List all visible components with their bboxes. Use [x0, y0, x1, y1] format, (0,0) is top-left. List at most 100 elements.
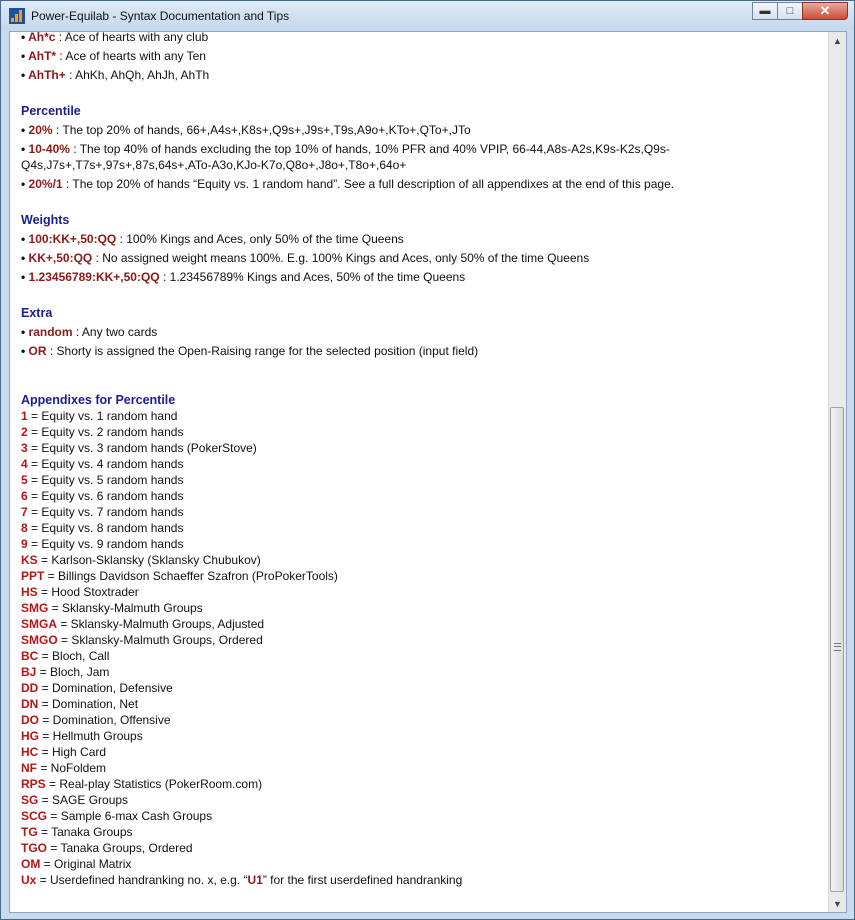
syntax-code: 6: [21, 489, 28, 503]
syntax-code: 1: [21, 409, 28, 423]
syntax-description: = Bloch, Call: [38, 649, 110, 663]
appendix-item: 4 = Equity vs. 4 random hands: [21, 456, 821, 472]
syntax-description: = Karlson-Sklansky (Sklansky Chubukov): [37, 553, 261, 567]
syntax-code: 100:KK+,50:QQ: [28, 232, 117, 246]
syntax-code: 1.23456789:KK+,50:QQ: [28, 270, 160, 284]
appendix-item: RPS = Real-play Statistics (PokerRoom.co…: [21, 776, 821, 792]
vertical-scrollbar[interactable]: ▲ ▼: [828, 32, 846, 912]
syntax-description: = Hood Stoxtrader: [37, 585, 139, 599]
syntax-code: 3: [21, 441, 28, 455]
documentation-content[interactable]: • Ah*c : Ace of hearts with any club • Ah…: [9, 31, 847, 913]
appendix-item: HG = Hellmuth Groups: [21, 728, 821, 744]
syntax-code: Ah*c: [28, 31, 56, 44]
scroll-up-arrow-icon[interactable]: ▲: [829, 32, 846, 49]
syntax-description: : The top 40% of hands excluding the top…: [21, 142, 670, 172]
syntax-item: • 20%/1 : The top 20% of hands “Equity v…: [21, 176, 821, 192]
syntax-description: = Tanaka Groups: [37, 825, 133, 839]
close-button[interactable]: ✕: [802, 2, 848, 20]
section-heading: Percentile: [21, 104, 81, 118]
syntax-item: • 20% : The top 20% of hands, 66+,A4s+,K…: [21, 122, 821, 138]
syntax-description: = Equity vs. 2 random hands: [27, 425, 184, 439]
syntax-item: • 1.23456789:KK+,50:QQ : 1.23456789% Kin…: [21, 269, 821, 285]
syntax-description: = Equity vs. 8 random hands: [27, 521, 184, 535]
syntax-code: 4: [21, 457, 28, 471]
appendix-item: HC = High Card: [21, 744, 821, 760]
syntax-code: DN: [21, 697, 39, 711]
syntax-code: DD: [21, 681, 39, 695]
minimize-icon: ▬: [759, 5, 771, 17]
bullet-icon: •: [21, 344, 29, 358]
syntax-description: : Ace of hearts with any Ten: [56, 49, 206, 63]
appendix-item: BC = Bloch, Call: [21, 648, 821, 664]
bullet-icon: •: [21, 142, 29, 156]
syntax-code: 7: [21, 505, 28, 519]
syntax-code: HG: [21, 729, 39, 743]
appendix-item: NF = NoFoldem: [21, 760, 821, 776]
syntax-code: SMGA: [21, 617, 57, 631]
bullet-icon: •: [21, 177, 29, 191]
syntax-code: 10-40%: [28, 142, 70, 156]
appendix-item: SMGO = Sklansky-Malmuth Groups, Ordered: [21, 632, 821, 648]
syntax-description: = Tanaka Groups, Ordered: [47, 841, 193, 855]
syntax-description: : 1.23456789% Kings and Aces, 50% of the…: [159, 270, 466, 284]
bullet-icon: •: [21, 270, 29, 284]
example-code: U1: [247, 873, 263, 887]
maximize-button[interactable]: □: [777, 2, 803, 20]
syntax-code: TGO: [21, 841, 47, 855]
minimize-button[interactable]: ▬: [752, 2, 778, 20]
appendix-item: 1 = Equity vs. 1 random hand: [21, 408, 821, 424]
syntax-code: OR: [28, 344, 47, 358]
syntax-description: : The top 20% of hands “Equity vs. 1 ran…: [62, 177, 675, 191]
syntax-description: = SAGE Groups: [38, 793, 129, 807]
syntax-description: = Bloch, Jam: [36, 665, 110, 679]
syntax-code: SMGO: [21, 633, 58, 647]
appendix-item: 2 = Equity vs. 2 random hands: [21, 424, 821, 440]
grip-icon: [834, 643, 841, 651]
appendix-item: 3 = Equity vs. 3 random hands (PokerStov…: [21, 440, 821, 456]
scroll-down-arrow-icon[interactable]: ▼: [829, 895, 846, 912]
syntax-description: : Ace of hearts with any club: [55, 31, 209, 44]
partial-item: • Ah*c : Ace of hearts with any club: [21, 31, 821, 45]
syntax-code: AhT*: [28, 49, 57, 63]
syntax-description: = Equity vs. 6 random hands: [27, 489, 184, 503]
syntax-description: = Equity vs. 7 random hands: [27, 505, 184, 519]
syntax-code: DO: [21, 713, 39, 727]
appendix-item: 9 = Equity vs. 9 random hands: [21, 536, 821, 552]
syntax-description: : Any two cards: [72, 325, 158, 339]
syntax-item: • 100:KK+,50:QQ : 100% Kings and Aces, o…: [21, 231, 821, 247]
syntax-code: KS: [21, 553, 38, 567]
close-icon: ✕: [819, 3, 831, 18]
syntax-description: = Domination, Defensive: [38, 681, 173, 695]
syntax-description: = NoFoldem: [37, 761, 107, 775]
appendix-item: DO = Domination, Offensive: [21, 712, 821, 728]
syntax-description: = Sklansky-Malmuth Groups, Adjusted: [57, 617, 265, 631]
syntax-code: OM: [21, 857, 41, 871]
appendix-item: 6 = Equity vs. 6 random hands: [21, 488, 821, 504]
syntax-description: = Equity vs. 4 random hands: [27, 457, 184, 471]
syntax-description: = Equity vs. 5 random hands: [27, 473, 184, 487]
syntax-code: Ux: [21, 873, 37, 887]
syntax-code: 5: [21, 473, 28, 487]
syntax-code: TG: [21, 825, 38, 839]
scrollbar-thumb[interactable]: [830, 407, 844, 892]
syntax-code: BC: [21, 649, 39, 663]
syntax-item: • KK+,50:QQ : No assigned weight means 1…: [21, 250, 821, 266]
syntax-description: = Equity vs. 3 random hands (PokerStove): [27, 441, 257, 455]
syntax-code: 8: [21, 521, 28, 535]
title-bar[interactable]: Power-Equilab - Syntax Documentation and…: [1, 1, 854, 30]
syntax-code: AhTh+: [28, 68, 66, 82]
syntax-code: 20%: [28, 123, 53, 137]
syntax-description: = Userdefined handranking no. x, e.g. “U…: [36, 873, 463, 887]
syntax-code: NF: [21, 761, 37, 775]
syntax-item: • 10-40% : The top 40% of hands excludin…: [21, 141, 821, 173]
syntax-description: : Shorty is assigned the Open-Raising ra…: [46, 344, 479, 358]
documentation-window: Power-Equilab - Syntax Documentation and…: [0, 0, 855, 920]
appendix-item: 7 = Equity vs. 7 random hands: [21, 504, 821, 520]
appendix-item: HS = Hood Stoxtrader: [21, 584, 821, 600]
section-heading: Weights: [21, 213, 70, 227]
app-chart-icon: [9, 8, 25, 24]
bullet-icon: •: [21, 325, 29, 339]
appendix-item: PPT = Billings Davidson Schaeffer Szafro…: [21, 568, 821, 584]
appendix-item: DD = Domination, Defensive: [21, 680, 821, 696]
syntax-code: SMG: [21, 601, 49, 615]
